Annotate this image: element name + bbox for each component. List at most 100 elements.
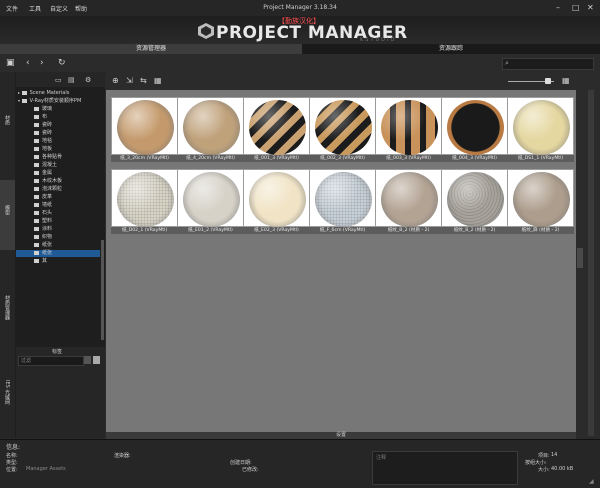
comment-field[interactable]: 注释 bbox=[372, 451, 518, 485]
stats-size-value: 40.00 kB bbox=[551, 466, 574, 472]
tab-asset-tracking[interactable]: 资源跟踪 bbox=[302, 44, 600, 54]
info-name-label: 名称: bbox=[6, 453, 18, 459]
material-sphere bbox=[249, 172, 306, 227]
tree-scrollbar[interactable] bbox=[101, 240, 104, 340]
material-thumbnail bbox=[309, 169, 376, 227]
material-tile[interactable]: 纸纹_B_2 (材质 - 2) bbox=[441, 169, 508, 235]
stats-size-label: 大小: bbox=[538, 467, 550, 473]
material-tile[interactable]: 纸_002_3 (VRayMtl) bbox=[309, 97, 376, 163]
tree-item[interactable]: 其 bbox=[34, 258, 47, 265]
tree-item[interactable]: 泡沫颗粒 bbox=[34, 186, 62, 193]
material-tile[interactable]: 纸_004_3 (VRayMtl) bbox=[441, 97, 508, 163]
grid-view-icon[interactable]: ▦ bbox=[562, 76, 570, 86]
material-thumbnail bbox=[177, 169, 244, 227]
material-tile[interactable]: 纸_D02_1 (VRayMtl) bbox=[111, 169, 178, 235]
view-options-icon[interactable]: ▤ bbox=[68, 75, 75, 85]
maximize-button[interactable]: □ bbox=[572, 3, 580, 12]
material-caption: 纸_001_3 (VRayMtl) bbox=[243, 155, 310, 162]
material-sphere bbox=[513, 100, 570, 155]
edit-icon[interactable]: ▦ bbox=[154, 76, 162, 86]
tree-item[interactable]: 地板 bbox=[34, 146, 52, 153]
info-type-label: 类型: bbox=[6, 460, 18, 466]
material-caption: 纸_004_3 (VRayMtl) bbox=[441, 155, 508, 162]
right-collapse-handle[interactable] bbox=[577, 248, 583, 268]
back-icon[interactable]: ‹ bbox=[26, 58, 30, 68]
material-sphere bbox=[249, 100, 306, 155]
material-sphere bbox=[183, 100, 240, 155]
material-tile[interactable]: 纸_4_20cm (VRayMtl) bbox=[177, 97, 244, 163]
material-caption: 纸纹_B_2 (材质 - 2) bbox=[441, 227, 508, 234]
clear-icon[interactable] bbox=[93, 356, 100, 364]
tree-item-selected[interactable]: 纸张 bbox=[34, 250, 52, 257]
tree-item[interactable]: 皮革 bbox=[34, 194, 52, 201]
settings-bar[interactable]: 设置 bbox=[106, 432, 576, 439]
material-sphere bbox=[447, 100, 504, 155]
tree-item[interactable]: 瓷砖 bbox=[34, 122, 52, 129]
tree-root-vray[interactable]: ▾ V-Ray材质安装顺序PM bbox=[18, 97, 81, 104]
info-title: 信息: bbox=[6, 444, 21, 451]
tree-item[interactable]: 塑料 bbox=[34, 218, 52, 225]
material-thumbnail bbox=[243, 169, 310, 227]
tree-item[interactable]: 织物 bbox=[34, 234, 52, 241]
link-icon[interactable]: ⇆ bbox=[140, 76, 147, 86]
tab-asset-manager[interactable]: 资源管理器 bbox=[0, 44, 302, 54]
tree-item[interactable]: 混凝土 bbox=[34, 162, 57, 169]
material-tile[interactable]: 纸_DS1_1 (VRayMtl) bbox=[507, 97, 574, 163]
filter-icon[interactable] bbox=[84, 356, 91, 364]
strip-active-marker bbox=[0, 180, 15, 250]
strip-tab-models[interactable]: 模型 bbox=[4, 205, 11, 215]
tree-item[interactable]: 涂料 bbox=[34, 226, 52, 233]
material-thumbnail bbox=[309, 97, 376, 155]
tree-item[interactable]: 各种贴骨 bbox=[34, 154, 62, 161]
tree-item[interactable]: 墙纸 bbox=[34, 202, 52, 209]
resize-grip-icon[interactable]: ◢ bbox=[589, 478, 594, 485]
add-asset-icon[interactable]: ⊕ bbox=[112, 76, 119, 86]
slider-handle[interactable] bbox=[545, 78, 551, 84]
tags-filter-input[interactable]: 过滤 bbox=[18, 356, 84, 366]
tree-item[interactable]: 纸张 bbox=[34, 242, 52, 249]
minimize-button[interactable]: – bbox=[556, 3, 560, 12]
tree-item[interactable]: 石头 bbox=[34, 210, 52, 217]
material-thumbnail bbox=[507, 169, 574, 227]
tree-item[interactable]: 木纹木板 bbox=[34, 178, 62, 185]
material-sphere bbox=[117, 172, 174, 227]
search-input[interactable]: ⌕ bbox=[502, 58, 594, 70]
tree-root-scene[interactable]: ▸ Scene Materials bbox=[18, 89, 69, 96]
tree-item[interactable]: 瓷砖 bbox=[34, 130, 52, 137]
info-modified-label: 已修改: bbox=[242, 467, 259, 473]
gear-icon[interactable]: ⚙ bbox=[85, 75, 91, 85]
strip-tab-materials[interactable]: 材质 bbox=[4, 115, 11, 125]
material-tile[interactable]: 纸_001_3 (VRayMtl) bbox=[243, 97, 310, 163]
refresh-icon[interactable]: ↻ bbox=[58, 58, 66, 68]
panel-toggle-icon[interactable]: ▣ bbox=[6, 58, 15, 68]
comment-placeholder: 注释 bbox=[376, 455, 387, 461]
tags-title: 标签 bbox=[52, 349, 63, 355]
close-button[interactable]: ✕ bbox=[587, 3, 594, 12]
material-thumbnail bbox=[441, 169, 508, 227]
material-caption: 纸纹_麻 (材质 - 2) bbox=[507, 227, 574, 234]
material-tile[interactable]: 纸_E01_2 (VRayMtl) bbox=[177, 169, 244, 235]
material-tile[interactable]: 纸_003_3 (VRayMtl) bbox=[375, 97, 442, 163]
new-folder-icon[interactable]: ▭ bbox=[55, 75, 62, 85]
strip-tab-library[interactable]: 材质管理器 bbox=[4, 295, 11, 320]
tree-item[interactable]: 地毯 bbox=[34, 138, 52, 145]
tree-item[interactable]: 布 bbox=[34, 114, 47, 121]
material-sphere bbox=[381, 100, 438, 155]
material-tile[interactable]: 纸纹_B_2 (材质 - 2) bbox=[375, 169, 442, 235]
material-caption: 纸_DS1_1 (VRayMtl) bbox=[507, 155, 574, 162]
material-tile[interactable]: 纸_3_20cm (VRayMtl) bbox=[111, 97, 178, 163]
tree-item[interactable]: 金属 bbox=[34, 170, 52, 177]
strip-tab-ies[interactable]: IES 光域网 bbox=[4, 380, 11, 404]
stats-items-label: 项目: bbox=[538, 453, 550, 459]
material-tile[interactable]: 纸_F_6cm (VRayMtl) bbox=[309, 169, 376, 235]
material-tile[interactable]: 纸_E02_3 (VRayMtl) bbox=[243, 169, 310, 235]
forward-icon[interactable]: › bbox=[40, 58, 44, 68]
info-renderer-label: 渲染器: bbox=[114, 453, 131, 459]
tree-item[interactable]: 玻璃 bbox=[34, 106, 52, 113]
material-caption: 纸_4_20cm (VRayMtl) bbox=[177, 155, 244, 162]
apply-icon[interactable]: ⇲ bbox=[126, 76, 133, 86]
material-tile[interactable]: 纸纹_麻 (材质 - 2) bbox=[507, 169, 574, 235]
content-scrollbar[interactable] bbox=[588, 90, 594, 436]
material-caption: 纸_002_3 (VRayMtl) bbox=[309, 155, 376, 162]
material-sphere bbox=[315, 100, 372, 155]
